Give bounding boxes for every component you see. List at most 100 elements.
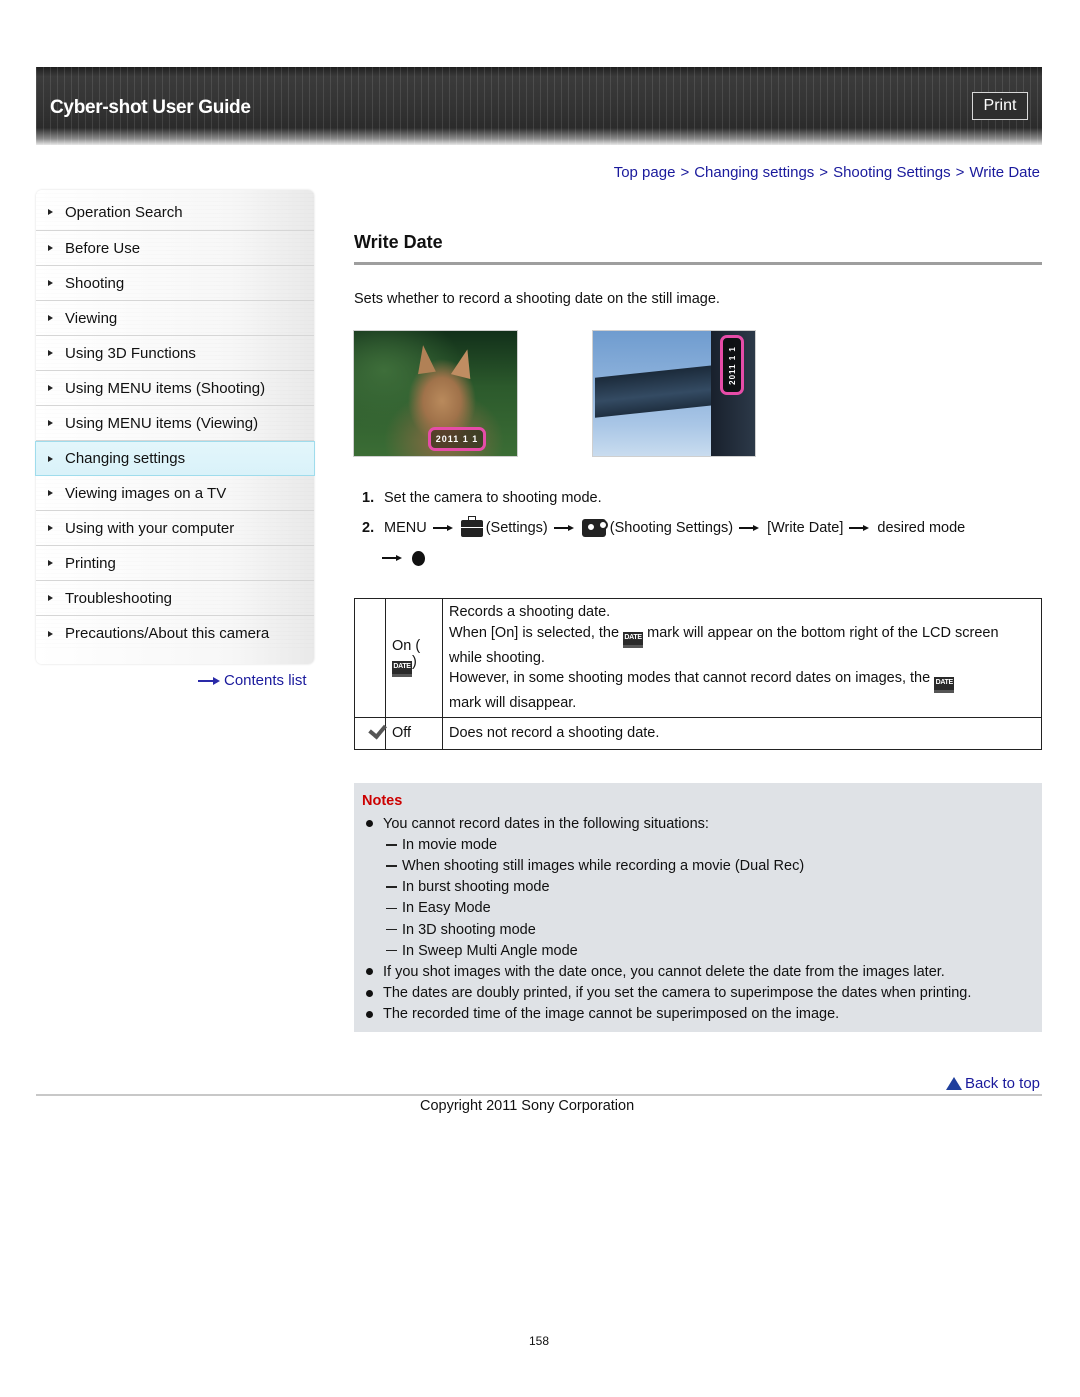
steps-list: 1. Set the camera to shooting mode. 2. M… bbox=[362, 483, 965, 573]
page-number: 158 bbox=[529, 1334, 550, 1348]
breadcrumb-separator: > bbox=[819, 164, 829, 181]
step-1: 1. Set the camera to shooting mode. bbox=[362, 483, 965, 513]
option-desc: Records a shooting date. bbox=[449, 604, 611, 620]
dash-icon bbox=[386, 844, 397, 846]
triangle-right-icon bbox=[48, 209, 53, 215]
step-2: 2. MENU (Settings) (Shooting Settings) [… bbox=[362, 513, 965, 543]
triangle-right-icon bbox=[48, 525, 53, 531]
note-text: The recorded time of the image cannot be… bbox=[383, 1006, 840, 1023]
sidebar-nav: Operation Search Before Use Shooting Vie… bbox=[35, 190, 315, 664]
dash-icon bbox=[386, 865, 397, 867]
triangle-up-icon bbox=[945, 1077, 962, 1090]
triangle-right-icon bbox=[48, 630, 53, 637]
triangle-right-icon bbox=[48, 385, 53, 391]
sidebar-item-shooting[interactable]: Shooting bbox=[36, 266, 314, 301]
note-sub-item: In burst shooting mode bbox=[362, 877, 1042, 898]
dash-icon bbox=[386, 949, 397, 952]
sidebar-item-label: Before Use bbox=[65, 239, 141, 257]
note-item: The recorded time of the image cannot be… bbox=[362, 1004, 1042, 1025]
arrow-right-icon bbox=[198, 676, 220, 686]
date-stamp-vertical: 2011 1 1 bbox=[720, 335, 744, 395]
note-sub-item: In 3D shooting mode bbox=[362, 919, 1042, 940]
back-to-top-link[interactable]: Back to top bbox=[945, 1075, 1040, 1092]
building-shape bbox=[595, 364, 723, 418]
triangle-right-icon bbox=[48, 420, 53, 426]
sidebar-item-label: Viewing bbox=[65, 309, 118, 327]
dash-icon bbox=[386, 928, 397, 931]
title-divider bbox=[354, 262, 1042, 265]
bullet-icon bbox=[366, 1010, 373, 1018]
breadcrumb-write-date[interactable]: Write Date bbox=[969, 164, 1040, 181]
breadcrumb-shooting-settings[interactable]: Shooting Settings bbox=[833, 164, 951, 181]
sidebar-item-3d-functions[interactable]: Using 3D Functions bbox=[36, 336, 314, 371]
arrow-right-icon bbox=[553, 524, 576, 532]
option-label: Off bbox=[392, 725, 412, 741]
sidebar-item-label: Using 3D Functions bbox=[65, 344, 196, 362]
breadcrumb-top-page[interactable]: Top page bbox=[614, 164, 676, 181]
sidebar-item-computer[interactable]: Using with your computer bbox=[36, 511, 314, 546]
sidebar-item-viewing-tv[interactable]: Viewing images on a TV bbox=[36, 476, 314, 511]
sidebar-item-label: Changing settings bbox=[65, 450, 186, 467]
settings-label: (Settings) bbox=[485, 520, 548, 536]
guide-title: Cyber-shot User Guide bbox=[50, 97, 251, 118]
contents-list-link[interactable]: Contents list bbox=[198, 672, 307, 689]
note-sub-text: In 3D shooting mode bbox=[402, 921, 536, 938]
header-banner: Cyber-shot User Guide Print bbox=[36, 67, 1042, 145]
sidebar-item-label: Using MENU items (Shooting) bbox=[65, 379, 266, 397]
option-desc: However, in some shooting modes that can… bbox=[449, 670, 931, 686]
sidebar-item-operation-search[interactable]: Operation Search bbox=[36, 190, 314, 231]
bullet-icon bbox=[366, 820, 373, 828]
sidebar-item-menu-shooting[interactable]: Using MENU items (Shooting) bbox=[36, 371, 314, 406]
note-sub-text: In Easy Mode bbox=[402, 900, 491, 917]
option-label: ) bbox=[412, 654, 417, 671]
copyright-text: Copyright 2011 Sony Corporation bbox=[420, 1098, 635, 1114]
bullet-icon bbox=[366, 989, 373, 997]
footer-divider bbox=[36, 1094, 1042, 1096]
sidebar-item-label: Precautions/About this camera bbox=[65, 625, 270, 642]
option-desc: Does not record a shooting date. bbox=[449, 724, 660, 741]
breadcrumb-changing-settings[interactable]: Changing settings bbox=[694, 164, 814, 181]
date-icon: DATE bbox=[392, 661, 412, 678]
option-desc-cell: Does not record a shooting date. bbox=[442, 716, 1042, 750]
notes-title: Notes bbox=[362, 793, 403, 809]
sidebar-item-label: Shooting bbox=[65, 274, 125, 292]
date-icon: DATE bbox=[934, 677, 955, 693]
intro-text: Sets whether to record a shooting date o… bbox=[354, 291, 720, 307]
print-button[interactable]: Print bbox=[972, 92, 1028, 120]
date-stamp-horizontal: 2011 1 1 bbox=[428, 427, 486, 451]
toolbox-settings-icon bbox=[460, 515, 483, 537]
note-sub-item: In Easy Mode bbox=[362, 898, 1042, 919]
table-row: On ( DATE) Records a shooting date. When… bbox=[354, 598, 1042, 718]
sidebar-item-before-use[interactable]: Before Use bbox=[36, 231, 314, 266]
write-date-label: [Write Date] bbox=[767, 520, 844, 536]
options-table: On ( DATE) Records a shooting date. When… bbox=[354, 598, 1042, 750]
option-label-cell: On ( DATE) bbox=[385, 598, 443, 718]
note-sub-text: In movie mode bbox=[402, 836, 498, 853]
sidebar-item-viewing[interactable]: Viewing bbox=[36, 301, 314, 336]
sidebar-item-menu-viewing[interactable]: Using MENU items (Viewing) bbox=[36, 406, 314, 441]
sidebar-item-printing[interactable]: Printing bbox=[36, 546, 314, 581]
shooting-settings-label: (Shooting Settings) bbox=[609, 520, 734, 536]
desired-mode-label: desired mode bbox=[877, 520, 966, 536]
breadcrumb-separator: > bbox=[680, 164, 690, 181]
sidebar-item-troubleshooting[interactable]: Troubleshooting bbox=[36, 581, 314, 616]
cat-ear bbox=[450, 346, 478, 380]
note-sub-item: In movie mode bbox=[362, 834, 1042, 855]
date-icon: DATE bbox=[623, 631, 644, 648]
note-sub-item: In Sweep Multi Angle mode bbox=[362, 940, 1042, 961]
sidebar-item-precautions[interactable]: Precautions/About this camera bbox=[36, 616, 314, 651]
dash-icon bbox=[386, 886, 397, 888]
arrow-right-icon bbox=[849, 524, 871, 532]
sidebar-item-changing-settings[interactable]: Changing settings bbox=[35, 441, 315, 476]
note-sub-text: In burst shooting mode bbox=[402, 879, 550, 896]
page-title: Write Date bbox=[354, 232, 443, 252]
triangle-right-icon bbox=[48, 595, 53, 601]
note-sub-item: When shooting still images while recordi… bbox=[362, 855, 1042, 876]
bullet-icon bbox=[366, 968, 373, 976]
option-desc-cell: Records a shooting date. When [On] is se… bbox=[442, 598, 1042, 718]
contents-list-label: Contents list bbox=[224, 672, 307, 689]
note-item: If you shot images with the date once, y… bbox=[362, 961, 1042, 982]
dash-icon bbox=[386, 907, 397, 910]
date-stamp-text: 2011 1 1 bbox=[727, 345, 737, 385]
step-2-continued bbox=[362, 543, 965, 573]
